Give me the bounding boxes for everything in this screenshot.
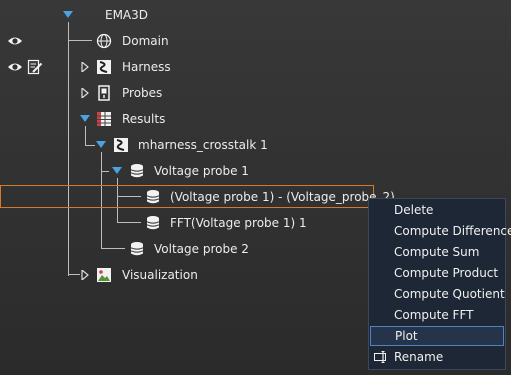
database-icon bbox=[130, 164, 144, 178]
menu-item-rename-label: Rename bbox=[394, 350, 444, 364]
edit-icon[interactable] bbox=[27, 59, 43, 75]
tree-item-fft[interactable]: FFT(Voltage probe 1) 1 bbox=[170, 215, 307, 231]
results-table-icon bbox=[97, 112, 111, 126]
menu-item-plot[interactable]: Plot bbox=[370, 326, 504, 346]
menu-item-compute-difference[interactable]: Compute Difference bbox=[370, 221, 511, 241]
harness-icon bbox=[97, 60, 111, 74]
expand-arrow-icon[interactable] bbox=[63, 10, 73, 20]
tree-line bbox=[117, 222, 141, 223]
tree-item-voltage-probe-2[interactable]: Voltage probe 2 bbox=[154, 241, 249, 257]
tree-item-ema3d[interactable]: EMA3D bbox=[105, 7, 148, 23]
menu-item-delete[interactable]: Delete bbox=[370, 200, 504, 220]
menu-item-compute-product[interactable]: Compute Product bbox=[370, 263, 504, 283]
collapsed-arrow-icon[interactable] bbox=[80, 88, 90, 98]
tree-item-domain[interactable]: Domain bbox=[122, 33, 169, 49]
tree-line bbox=[85, 126, 86, 146]
probe-icon bbox=[98, 85, 110, 101]
collapsed-arrow-icon[interactable] bbox=[80, 270, 90, 280]
tree-item-probes[interactable]: Probes bbox=[122, 85, 162, 101]
database-icon bbox=[146, 216, 160, 230]
expand-arrow-icon[interactable] bbox=[80, 114, 90, 124]
tree-item-harness[interactable]: Harness bbox=[122, 59, 171, 75]
expand-arrow-icon[interactable] bbox=[112, 166, 122, 176]
collapsed-arrow-icon[interactable] bbox=[80, 62, 90, 72]
rename-icon bbox=[374, 351, 386, 363]
tree-item-voltage-probe-1[interactable]: Voltage probe 1 bbox=[154, 163, 249, 179]
tree-line bbox=[101, 171, 109, 172]
tree-item-crosstalk[interactable]: mharness_crosstalk 1 bbox=[138, 137, 268, 153]
globe-icon bbox=[96, 33, 112, 49]
tree-line bbox=[68, 274, 80, 275]
menu-item-compute-sum[interactable]: Compute Sum bbox=[370, 242, 504, 262]
tree-item-difference[interactable]: (Voltage probe 1) - (Voltage_probe_2) bbox=[170, 189, 395, 205]
eye-icon[interactable] bbox=[7, 59, 23, 75]
tree-line bbox=[85, 145, 95, 146]
harness-icon bbox=[114, 138, 128, 152]
menu-item-compute-quotient[interactable]: Compute Quotient bbox=[370, 284, 505, 304]
database-icon bbox=[130, 242, 144, 256]
tree-line bbox=[68, 22, 69, 276]
menu-item-compute-fft[interactable]: Compute FFT bbox=[370, 305, 504, 325]
tree-line bbox=[101, 248, 125, 249]
tree-line bbox=[68, 40, 92, 41]
tree-view: EMA3D Domain Harness Probes Results mhar… bbox=[0, 0, 511, 375]
database-icon bbox=[146, 190, 160, 204]
context-menu: Delete Compute Difference Compute Sum Co… bbox=[368, 198, 511, 370]
menu-item-rename[interactable]: Rename bbox=[370, 347, 504, 367]
expand-arrow-icon[interactable] bbox=[96, 140, 106, 150]
tree-item-results[interactable]: Results bbox=[122, 111, 165, 127]
tree-item-visualization[interactable]: Visualization bbox=[122, 267, 198, 283]
eye-icon[interactable] bbox=[7, 33, 23, 49]
image-icon bbox=[97, 268, 111, 282]
